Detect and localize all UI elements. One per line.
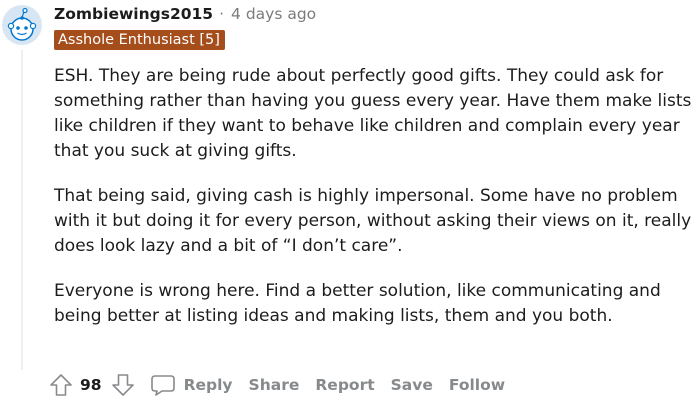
report-button[interactable]: Report [315,376,374,394]
follow-button[interactable]: Follow [449,376,505,394]
snoo-avatar-icon [2,5,42,45]
upvote-arrow-icon[interactable] [48,372,74,398]
save-button[interactable]: Save [391,376,433,394]
comment-actions: 98 Reply Share Report Save Follow [48,372,521,398]
user-flair: Asshole Enthusiast [5] [54,30,225,50]
comment-meta: Zombiewings2015 · 4 days ago [54,3,316,25]
vote-score: 98 [80,376,102,394]
timestamp[interactable]: 4 days ago [231,5,316,23]
comment-paragraph: Everyone is wrong here. Find a better so… [54,281,661,326]
comment-paragraph: ESH. They are being rude about perfectly… [54,66,692,161]
username[interactable]: Zombiewings2015 [54,5,213,23]
share-button[interactable]: Share [249,376,300,394]
downvote-arrow-icon[interactable] [110,372,136,398]
comment-body: ESH. They are being rude about perfectly… [54,64,700,349]
meta-separator: · [219,5,225,23]
reply-label: Reply [183,376,233,394]
thread-line[interactable] [21,50,23,370]
comment-paragraph: That being said, giving cash is highly i… [54,186,692,256]
reply-button[interactable]: Reply [150,373,233,397]
avatar[interactable] [2,5,42,45]
speech-bubble-icon [150,375,175,396]
